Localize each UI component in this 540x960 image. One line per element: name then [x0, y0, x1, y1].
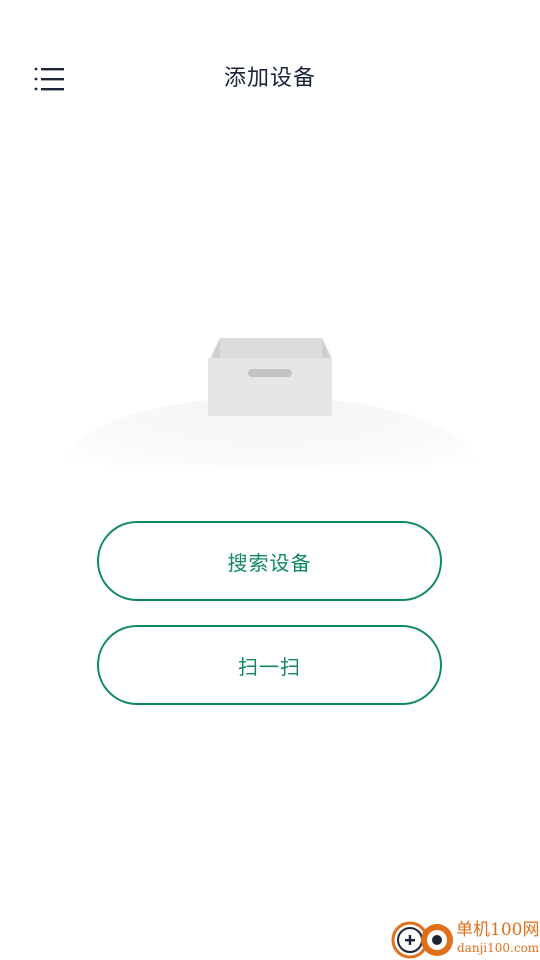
page-title: 添加设备: [223, 66, 316, 91]
search-devices-label: 搜索设备: [227, 550, 312, 575]
watermark-domain: danji100.com: [457, 941, 540, 955]
scan-label: 扫一扫: [238, 654, 301, 679]
empty-box-icon: [60, 338, 480, 533]
watermark-name: 单机100网: [456, 920, 540, 940]
empty-state-illustration: [60, 320, 480, 533]
search-devices-button[interactable]: 搜索设备: [97, 521, 442, 601]
scan-button[interactable]: 扫一扫: [97, 625, 442, 705]
watermark-logo-icon: [391, 921, 453, 959]
watermark: 单机100网 danji100.com: [390, 914, 540, 960]
top-bar: 添加设备: [0, 0, 540, 160]
